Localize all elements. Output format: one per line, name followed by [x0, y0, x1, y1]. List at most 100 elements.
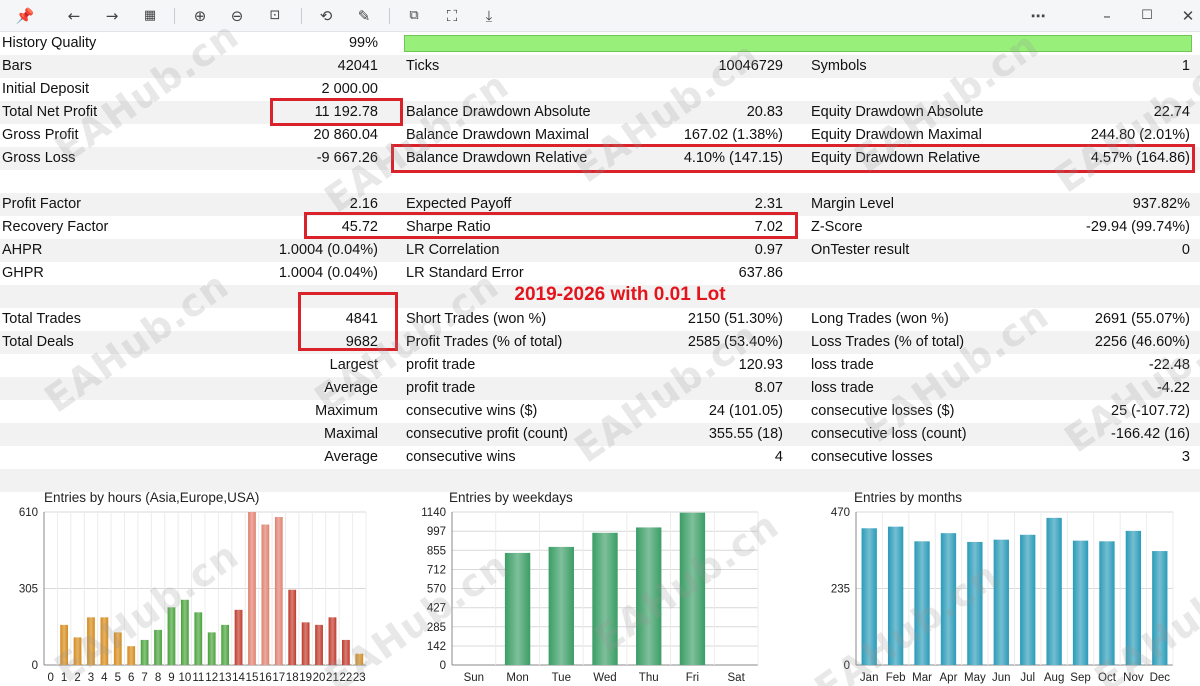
average-consecutive-row: Average consecutive wins 4 consecutive l…: [0, 446, 1200, 469]
back-arrow-icon[interactable]: ←: [64, 6, 84, 26]
z-score-label: Z-Score: [811, 219, 863, 235]
x-tick-label: 0: [48, 672, 54, 684]
bar: [993, 539, 1009, 665]
x-tick-label: 18: [286, 672, 299, 684]
highlight-net-profit: [270, 98, 403, 126]
highlight-trades-deals: [298, 292, 398, 351]
fit-page-icon[interactable]: ⊡: [265, 6, 285, 26]
bars-value: 42041: [337, 58, 378, 74]
equity-dd-abs-value: 22.74: [1153, 104, 1190, 120]
bar: [140, 639, 149, 665]
bar: [592, 532, 618, 665]
x-tick-label: Mar: [912, 672, 932, 684]
maximal-consec-loss-label: consecutive loss (count): [811, 426, 967, 442]
bar: [1072, 540, 1089, 665]
maximize-icon[interactable]: ☐: [1137, 6, 1157, 26]
rotate-icon[interactable]: ⟲: [316, 6, 336, 26]
average-profit-label: profit trade: [406, 380, 476, 396]
x-tick-label: 3: [88, 672, 94, 684]
y-tick-label: 570: [427, 584, 446, 596]
y-tick-label: 0: [32, 660, 38, 672]
x-tick-label: 12: [205, 672, 218, 684]
bar: [861, 528, 877, 665]
x-tick-label: Sun: [464, 672, 484, 684]
close-icon[interactable]: ✕: [1178, 6, 1198, 26]
y-tick-label: 0: [844, 660, 850, 672]
toolbar-separator: [301, 8, 302, 24]
largest-loss-label: loss trade: [811, 357, 874, 373]
ghpr-label: GHPR: [2, 265, 44, 281]
bar: [914, 541, 930, 665]
bar: [341, 639, 350, 665]
symbols-value: 1: [1181, 58, 1190, 74]
total-deals-label: Total Deals: [2, 334, 74, 350]
x-tick-label: Dec: [1150, 672, 1171, 684]
save-icon[interactable]: ⤓: [479, 6, 499, 26]
period-lot-annotation: 2019-2026 with 0.01 Lot: [514, 284, 726, 305]
highlight-recovery-sharpe: [304, 212, 798, 239]
y-tick-label: 997: [427, 526, 446, 538]
bar: [180, 599, 189, 665]
y-tick-label: 305: [19, 584, 38, 596]
bar: [221, 624, 230, 665]
largest-profit-value: 120.93: [738, 357, 783, 373]
bar: [73, 637, 82, 665]
x-tick-label: 22: [339, 672, 352, 684]
avg-consec-losses-label: consecutive losses: [811, 449, 933, 465]
copy-image-icon[interactable]: ⧉: [404, 6, 424, 26]
x-tick-label: 10: [178, 672, 191, 684]
history-quality-label: History Quality: [2, 35, 97, 51]
chart-svg: 0 235 470 Jan Feb Mar Apr May Jun Jul Aug Sep Oct Nov…: [831, 507, 1174, 684]
bar: [1152, 551, 1168, 665]
forward-arrow-icon[interactable]: →: [102, 6, 122, 26]
x-tick-label: Apr: [940, 672, 958, 684]
zoom-out-icon[interactable]: ⊖: [227, 6, 247, 26]
pin-icon[interactable]: 📌: [15, 6, 35, 26]
bar: [274, 517, 283, 665]
bar: [548, 546, 574, 665]
bar: [636, 527, 662, 665]
x-tick-label: 16: [259, 672, 272, 684]
initial-deposit-row: Initial Deposit 2 000.00: [0, 78, 1200, 101]
grid-icon[interactable]: ▦: [140, 6, 160, 26]
image-viewer-toolbar: 📌 ← → ▦ ⊕ ⊖ ⊡ ⟲ ✎ ⧉ ⛶ ⤓ ⋯ – ☐ ✕: [0, 0, 1200, 32]
profit-trades-label: Profit Trades (% of total): [406, 334, 563, 350]
y-tick-label: 1140: [421, 507, 446, 519]
average-label: Average: [324, 380, 378, 396]
x-tick-label: 1: [61, 672, 67, 684]
bars-label: Bars: [2, 58, 32, 74]
y-tick-label: 0: [440, 660, 446, 672]
x-tick-label: 17: [272, 672, 285, 684]
ticks-value: 10046729: [718, 58, 783, 74]
bar: [194, 612, 203, 665]
more-icon[interactable]: ⋯: [1028, 6, 1048, 26]
equity-dd-abs-label: Equity Drawdown Absolute: [811, 104, 984, 120]
bar: [679, 512, 706, 665]
minimize-icon[interactable]: –: [1097, 6, 1117, 26]
crop-icon[interactable]: ⛶: [442, 6, 462, 26]
bar: [887, 526, 904, 665]
x-tick-label: 15: [246, 672, 259, 684]
largest-loss-value: -22.48: [1148, 357, 1190, 373]
lr-correlation-value: 0.97: [754, 242, 783, 258]
x-tick-label: Wed: [593, 672, 616, 684]
average-row: Average profit trade 8.07 loss trade -4.…: [0, 377, 1200, 400]
chart-svg: 0 142 285 427 570 712 855 997 1140 Sun Mon Tue Wed Th…: [421, 507, 759, 684]
bar: [127, 646, 136, 665]
x-tick-label: 5: [115, 672, 121, 684]
maximal-label: Maximal: [324, 426, 378, 442]
x-tick-label: 19: [299, 672, 312, 684]
bar: [167, 607, 176, 665]
toolbar-separator: [389, 8, 390, 24]
loss-trades-value: 2256 (46.60%): [1094, 334, 1190, 350]
x-tick-label: 4: [101, 672, 108, 684]
x-tick-label: Fri: [686, 672, 699, 684]
x-tick-label: 6: [128, 672, 134, 684]
y-tick-label: 855: [427, 545, 446, 557]
x-tick-label: 7: [141, 672, 147, 684]
banner-row: 2019-2026 with 0.01 Lot: [0, 284, 1200, 308]
zoom-in-icon[interactable]: ⊕: [190, 6, 210, 26]
short-trades-label: Short Trades (won %): [406, 311, 547, 327]
short-trades-value: 2150 (51.30%): [687, 311, 783, 327]
edit-icon[interactable]: ✎: [354, 6, 374, 26]
